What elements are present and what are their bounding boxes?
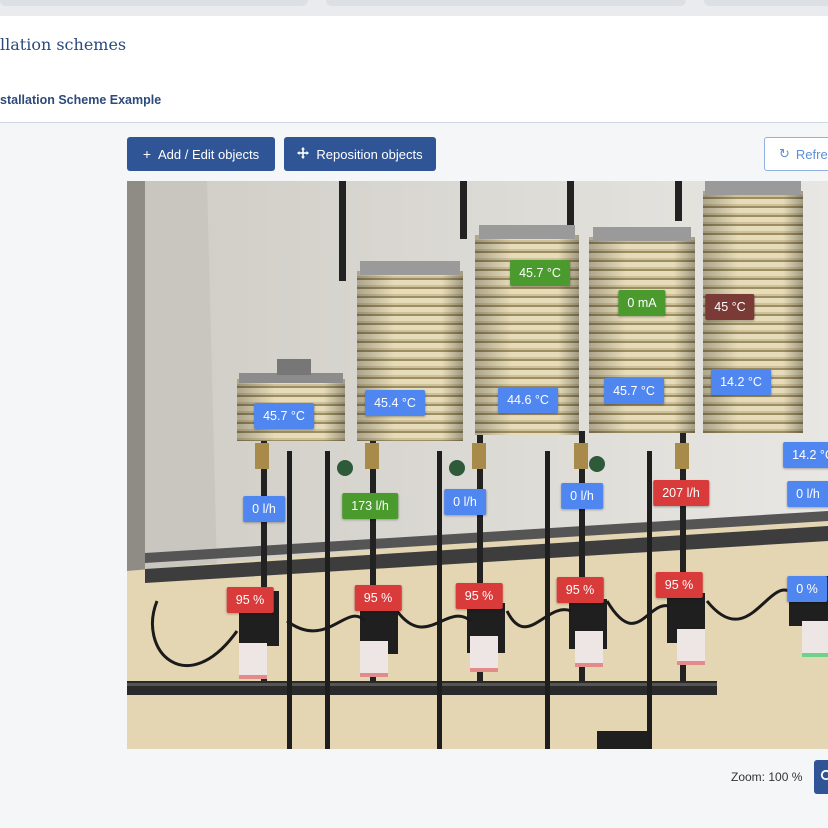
installation-photo bbox=[127, 181, 828, 749]
add-edit-objects-label: Add / Edit objects bbox=[158, 146, 260, 162]
page-title: llation schemes bbox=[0, 35, 127, 54]
flow-tag[interactable]: 207 l/h bbox=[653, 480, 709, 506]
temperature-tag[interactable]: 45.7 °C bbox=[604, 378, 664, 404]
flow-tag[interactable]: 0 l/h bbox=[561, 483, 603, 509]
tab[interactable] bbox=[326, 0, 686, 6]
temperature-tag[interactable]: 44.6 °C bbox=[498, 387, 558, 413]
flow-tag[interactable]: 0 l/h bbox=[787, 481, 828, 507]
valve-position-tag[interactable]: 95 % bbox=[226, 587, 274, 613]
zoom-value: 100 % bbox=[768, 770, 803, 784]
temperature-tag[interactable]: 45 °C bbox=[705, 294, 755, 320]
tab[interactable] bbox=[704, 0, 828, 6]
valve-position-tag[interactable]: 95 % bbox=[354, 585, 402, 611]
flow-tag[interactable]: 0 l/h bbox=[444, 489, 486, 515]
page-subtitle: stallation Scheme Example bbox=[0, 93, 162, 107]
valve-position-tag[interactable]: 0 % bbox=[787, 576, 827, 602]
zoom-label: Zoom: bbox=[731, 770, 766, 784]
flow-tag[interactable]: 0 l/h bbox=[243, 496, 285, 522]
add-edit-objects-button[interactable]: + Add / Edit objects bbox=[127, 137, 275, 171]
temperature-tag[interactable]: 14.2 °C bbox=[783, 442, 828, 468]
temperature-tag[interactable]: 45.7 °C bbox=[254, 403, 314, 429]
current-tag[interactable]: 0 mA bbox=[618, 290, 666, 316]
temperature-tag[interactable]: 45.4 °C bbox=[365, 390, 425, 416]
reposition-objects-label: Reposition objects bbox=[316, 146, 423, 162]
plus-icon: + bbox=[142, 146, 151, 162]
temperature-tag[interactable]: 14.2 °C bbox=[711, 369, 771, 395]
reposition-objects-button[interactable]: Reposition objects bbox=[284, 137, 436, 171]
tab[interactable] bbox=[0, 0, 308, 6]
refresh-icon: ↻ bbox=[779, 146, 790, 161]
magnifier-icon bbox=[820, 769, 828, 786]
refresh-label: Refre bbox=[795, 146, 828, 162]
valve-position-tag[interactable]: 95 % bbox=[556, 577, 604, 603]
top-tab-bar bbox=[0, 0, 828, 16]
valve-position-tag[interactable]: 95 % bbox=[455, 583, 503, 609]
valve-position-tag[interactable]: 95 % bbox=[655, 572, 703, 598]
move-arrows-icon bbox=[297, 147, 310, 161]
flow-tag[interactable]: 173 l/h bbox=[342, 493, 398, 519]
refresh-button[interactable]: ↻ Refre bbox=[764, 137, 828, 171]
zoom-button[interactable] bbox=[814, 760, 828, 794]
installation-scheme-canvas[interactable]: 45.7 °C 45.4 °C 45.7 °C 44.6 °C 0 mA 45.… bbox=[127, 181, 828, 749]
temperature-tag[interactable]: 45.7 °C bbox=[510, 260, 570, 286]
zoom-readout: Zoom: 100 % bbox=[731, 770, 802, 784]
